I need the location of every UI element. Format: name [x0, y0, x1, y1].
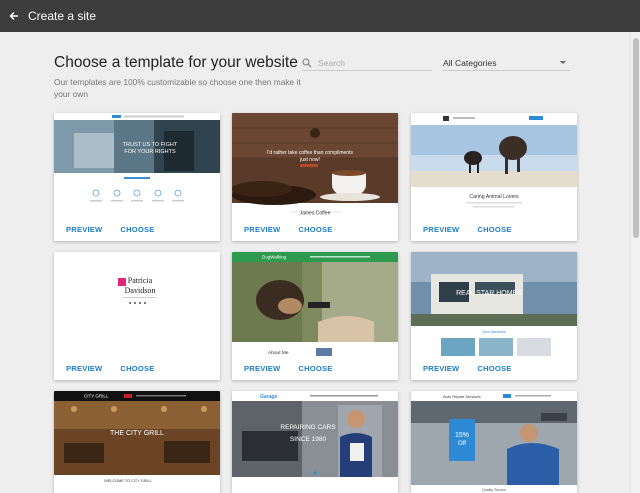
card-actions: PREVIEW CHOOSE — [54, 217, 220, 241]
card-actions: PREVIEW CHOOSE — [232, 356, 398, 380]
thumb-text: I'd rather take coffee than compliments — [267, 150, 353, 156]
template-card-dogwalk[interactable]: DogWalking About Me PREVIEW CHOOSE — [232, 252, 398, 380]
card-actions: PREVIEW CHOOSE — [232, 217, 398, 241]
thumb-text: CITY GRILL — [84, 394, 109, 399]
search-icon — [302, 57, 312, 67]
thumb-text: just now! — [299, 157, 320, 163]
thumb-text: Garage — [260, 394, 277, 400]
template-card-autorepair[interactable]: Auto Repair Services 15% Off Quality Ser… — [411, 391, 577, 493]
template-card-personal[interactable]: Patricia Davidson PREVIEW CHOOSE — [54, 252, 220, 380]
template-thumbnail[interactable]: I'd rather take coffee than compliments … — [232, 113, 398, 217]
template-thumbnail[interactable]: REAL STAR HOMES Our Services — [411, 252, 577, 356]
thumb-text: Davidson — [125, 286, 156, 295]
thumb-text: REPAIRING CARS — [280, 424, 336, 431]
card-actions: PREVIEW CHOOSE — [411, 217, 577, 241]
thumb-text: Our Services — [482, 329, 505, 334]
thumb-text: DogWalking — [262, 255, 287, 260]
template-card-dog[interactable]: Caring Animal Lovers PREVIEW CHOOSE — [411, 113, 577, 241]
preview-button[interactable]: PREVIEW — [66, 364, 102, 373]
category-selected: All Categories — [443, 57, 497, 68]
dropdown-caret-icon — [560, 61, 566, 64]
thumb-text: Caring Animal Lovers — [469, 194, 519, 200]
page-scrollbar[interactable] — [630, 32, 640, 493]
thumb-text: 15% — [455, 432, 469, 439]
thumb-text: THE CITY GRILL — [110, 430, 164, 437]
template-thumbnail[interactable]: Patricia Davidson — [54, 252, 220, 356]
template-card-citygrill[interactable]: CITY GRILL THE CITY GRILL WELCOME TO CIT… — [54, 391, 220, 493]
scrollbar-thumb[interactable] — [633, 38, 639, 238]
thumb-text: Auto Repair Services — [443, 394, 481, 399]
template-thumbnail[interactable]: Garage REPAIRING CARS SINCE 1980 — [232, 391, 398, 493]
card-actions: PREVIEW CHOOSE — [54, 356, 220, 380]
preview-button[interactable]: PREVIEW — [244, 225, 280, 234]
preview-button[interactable]: PREVIEW — [423, 225, 459, 234]
app-header: Create a site — [0, 0, 640, 32]
template-thumbnail[interactable]: TRUST US TO FIGHT FOR YOUR RIGHTS — [54, 113, 220, 217]
category-select[interactable]: All Categories — [443, 55, 570, 71]
app-title: Create a site — [28, 9, 97, 23]
preview-button[interactable]: PREVIEW — [423, 364, 459, 373]
back-arrow-icon[interactable] — [9, 11, 19, 21]
thumb-text: James Coffee — [300, 211, 331, 217]
thumb-text: Patricia — [128, 276, 153, 285]
choose-button[interactable]: CHOOSE — [298, 364, 332, 373]
page-subtitle: Our templates are 100% customizable so c… — [54, 77, 301, 99]
template-thumbnail[interactable]: Caring Animal Lovers — [411, 113, 577, 217]
thumb-text: TRUST US TO FIGHT — [123, 142, 178, 148]
thumb-text: REAL STAR HOMES — [456, 290, 522, 297]
template-thumbnail[interactable]: Auto Repair Services 15% Off Quality Ser… — [411, 391, 577, 493]
preview-button[interactable]: PREVIEW — [66, 225, 102, 234]
choose-button[interactable]: CHOOSE — [477, 364, 511, 373]
search-input[interactable] — [318, 57, 418, 68]
template-thumbnail[interactable]: CITY GRILL THE CITY GRILL WELCOME TO CIT… — [54, 391, 220, 493]
thumb-text: SINCE 1980 — [290, 436, 327, 443]
template-card-realstar[interactable]: REAL STAR HOMES Our Services PREVIEW CHO… — [411, 252, 577, 380]
template-card-business[interactable]: TRUST US TO FIGHT FOR YOUR RIGHTS PREVIE… — [54, 113, 220, 241]
search-box[interactable] — [302, 55, 432, 71]
template-thumbnail[interactable]: DogWalking About Me — [232, 252, 398, 356]
choose-button[interactable]: CHOOSE — [298, 225, 332, 234]
preview-button[interactable]: PREVIEW — [244, 364, 280, 373]
page-title: Choose a template for your website — [54, 54, 298, 71]
thumb-text: Quality Service — [482, 488, 506, 492]
thumb-text: Off — [458, 441, 466, 447]
choose-button[interactable]: CHOOSE — [120, 225, 154, 234]
card-actions: PREVIEW CHOOSE — [411, 356, 577, 380]
template-card-coffee[interactable]: I'd rather take coffee than compliments … — [232, 113, 398, 241]
thumb-text: WELCOME TO CITY GRILL — [104, 479, 151, 483]
template-card-garage[interactable]: Garage REPAIRING CARS SINCE 1980 — [232, 391, 398, 493]
choose-button[interactable]: CHOOSE — [120, 364, 154, 373]
thumb-text: FOR YOUR RIGHTS — [124, 149, 176, 155]
choose-button[interactable]: CHOOSE — [477, 225, 511, 234]
